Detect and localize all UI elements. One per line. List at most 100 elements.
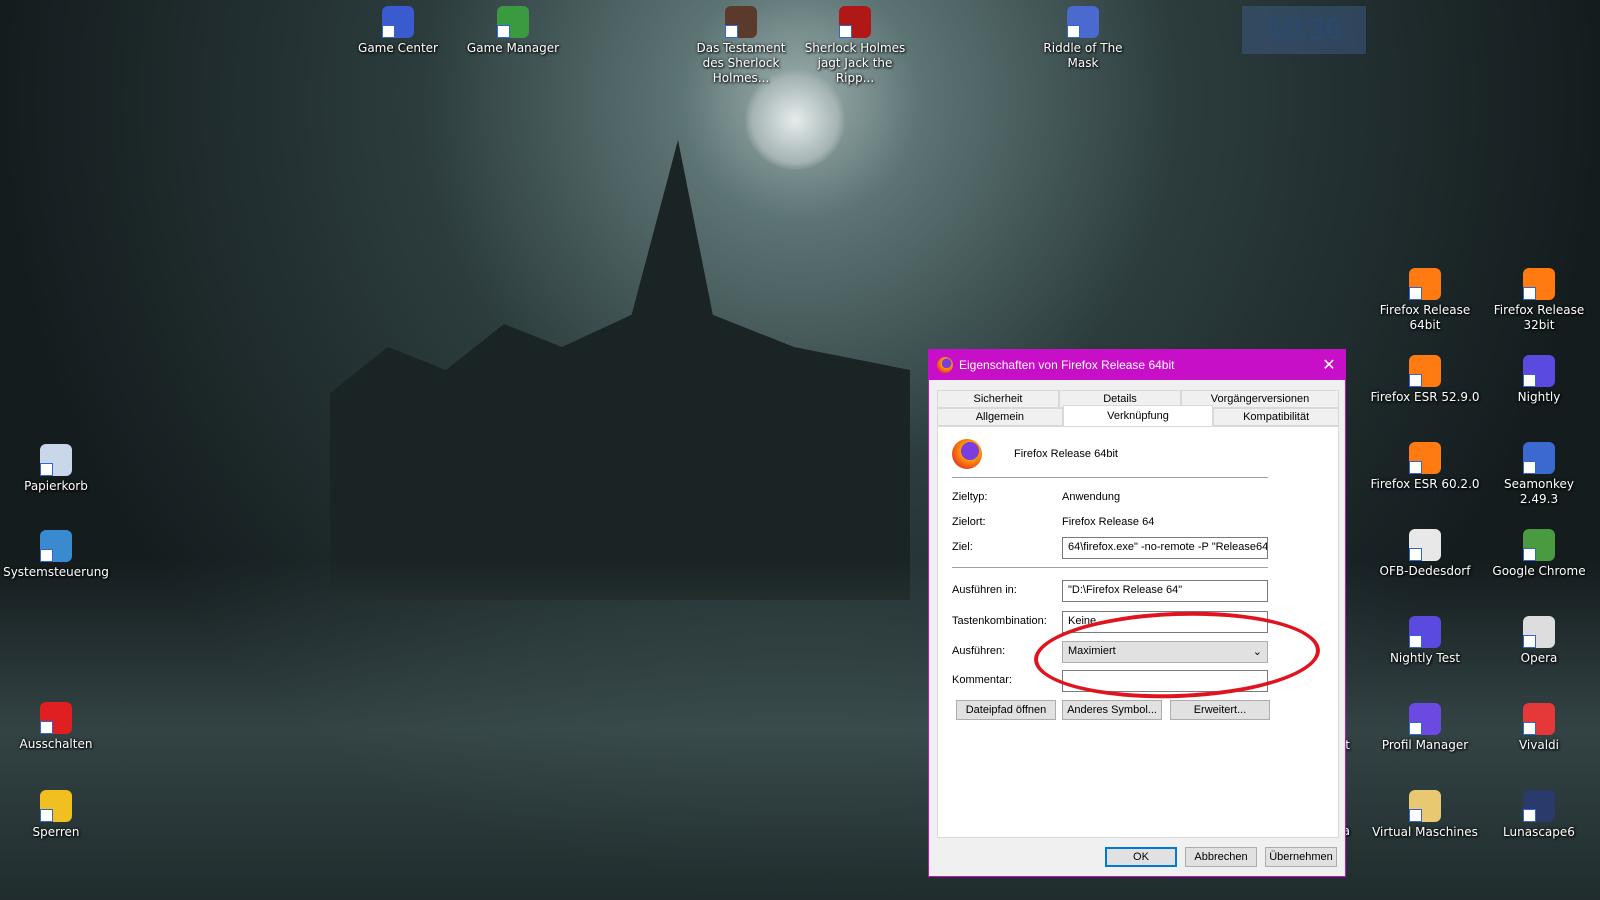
-right-8app-icon	[1409, 616, 1441, 648]
-top-2app-icon	[725, 6, 757, 38]
icon-label: Game Manager	[466, 41, 560, 55]
open-path-button[interactable]: Dateipfad öffnen	[956, 700, 1056, 720]
firefox-icon	[937, 357, 953, 373]
chevron-down-icon: ⌄	[1252, 646, 1262, 658]
icon-label: Firefox ESR 52.9.0	[1370, 390, 1480, 404]
-right-11app-icon	[1523, 703, 1555, 735]
dialog-title: Eigenschaften von Firefox Release 64bit	[959, 358, 1175, 372]
-right-1app-icon	[1523, 268, 1555, 300]
-top-1app-icon	[497, 6, 529, 38]
title-bar[interactable]: Eigenschaften von Firefox Release 64bit …	[929, 350, 1345, 380]
desktop-icon-right-0[interactable]: Firefox Release 64bit	[1370, 268, 1480, 333]
-top-3app-icon	[839, 6, 871, 38]
desktop-icon-top-4[interactable]: Riddle of The Mask	[1028, 6, 1138, 71]
ok-button[interactable]: OK	[1105, 847, 1177, 867]
change-icon-button[interactable]: Anderes Symbol...	[1062, 700, 1162, 720]
run-value: Maximiert	[1068, 645, 1116, 657]
icon-label: Opera	[1520, 651, 1558, 665]
icon-label: Firefox Release 32bit	[1493, 303, 1585, 332]
tab-kompatibilitaet[interactable]: Kompatibilität	[1213, 408, 1339, 426]
tab-sicherheit[interactable]: Sicherheit	[937, 390, 1059, 408]
-right-2app-icon	[1409, 355, 1441, 387]
cancel-button[interactable]: Abbrechen	[1185, 847, 1257, 867]
-left-3app-icon	[40, 790, 72, 822]
desktop-icon-top-1[interactable]: Game Manager	[458, 6, 568, 56]
ziel-input[interactable]: 64\firefox.exe" -no-remote -P "Release64…	[1062, 537, 1268, 559]
icon-label: Profil Manager	[1381, 738, 1469, 752]
run-select[interactable]: Maximiert ⌄	[1062, 641, 1268, 663]
advanced-button[interactable]: Erweitert...	[1170, 700, 1270, 720]
icon-label: Vivaldi	[1518, 738, 1560, 752]
-right-3app-icon	[1523, 355, 1555, 387]
icon-label: Das Testament des Sherlock Holmes...	[696, 41, 786, 85]
desktop-icon-left-0[interactable]: Papierkorb	[1, 444, 111, 494]
desktop-icon-right-12[interactable]: Virtual Maschines	[1370, 790, 1480, 840]
desktop-icon-right-3[interactable]: Nightly	[1484, 355, 1594, 405]
icon-label: Nightly Test	[1389, 651, 1461, 665]
desktop-icon-right-8[interactable]: Nightly Test	[1370, 616, 1480, 666]
desktop-icon-right-11[interactable]: Vivaldi	[1484, 703, 1594, 753]
desktop-icon-right-6[interactable]: OFB-Dedesdorf	[1370, 529, 1480, 579]
icon-label: Ausschalten	[19, 737, 93, 751]
start-in-input[interactable]: "D:\Firefox Release 64"	[1062, 580, 1268, 602]
clock-widget: 10:36	[1242, 6, 1366, 54]
firefox-app-icon	[952, 439, 982, 469]
-left-2app-icon	[40, 702, 72, 734]
ziel-label: Ziel:	[952, 541, 973, 553]
-right-6app-icon	[1409, 529, 1441, 561]
desktop-icon-right-4[interactable]: Firefox ESR 60.2.0	[1370, 442, 1480, 492]
comment-input[interactable]	[1062, 670, 1268, 692]
icon-label: Nightly	[1517, 390, 1561, 404]
icon-label: Papierkorb	[24, 479, 88, 493]
-right-5app-icon	[1523, 442, 1555, 474]
desktop-icon-left-3[interactable]: Sperren	[1, 790, 111, 840]
apply-button[interactable]: Übernehmen	[1265, 847, 1337, 867]
zielort-value: Firefox Release 64	[1062, 516, 1155, 528]
icon-label: Game Center	[358, 41, 438, 55]
hotkey-input[interactable]: Keine	[1062, 611, 1268, 633]
icon-label: Firefox Release 64bit	[1379, 303, 1471, 332]
desktop-icon-top-0[interactable]: Game Center	[343, 6, 453, 56]
comment-label: Kommentar:	[952, 674, 1012, 686]
shortcut-name: Firefox Release 64bit	[1014, 448, 1118, 460]
desktop-icon-right-5[interactable]: Seamonkey 2.49.3	[1484, 442, 1594, 507]
desktop-icon-right-1[interactable]: Firefox Release 32bit	[1484, 268, 1594, 333]
desktop-icon-top-2[interactable]: Das Testament des Sherlock Holmes...	[686, 6, 796, 86]
desktop-icon-left-1[interactable]: Systemsteuerung	[1, 530, 111, 580]
close-icon[interactable]: ✕	[1313, 355, 1345, 375]
run-label: Ausführen:	[952, 645, 1006, 657]
zielort-label: Zielort:	[952, 516, 986, 528]
tab-allgemein[interactable]: Allgemein	[937, 408, 1063, 426]
-right-7app-icon	[1523, 529, 1555, 561]
icon-label: Riddle of The Mask	[1043, 41, 1123, 70]
-left-1app-icon	[40, 530, 72, 562]
-left-0app-icon	[40, 444, 72, 476]
-right-10app-icon	[1409, 703, 1441, 735]
-top-4app-icon	[1067, 6, 1099, 38]
desktop-icon-right-2[interactable]: Firefox ESR 52.9.0	[1370, 355, 1480, 405]
castle-wallpaper	[330, 140, 910, 600]
icon-label: Sherlock Holmes jagt Jack the Ripp...	[804, 41, 906, 85]
zieltyp-value: Anwendung	[1062, 491, 1121, 503]
icon-label: Lunascape6	[1503, 825, 1575, 839]
icon-label: Google Chrome	[1492, 564, 1586, 578]
hotkey-label: Tastenkombination:	[952, 615, 1047, 627]
desktop-icon-right-13[interactable]: Lunascape6	[1484, 790, 1594, 840]
-right-13app-icon	[1523, 790, 1555, 822]
icon-label: OFB-Dedesdorf	[1379, 564, 1471, 578]
desktop-icon-top-3[interactable]: Sherlock Holmes jagt Jack the Ripp...	[800, 6, 910, 86]
properties-dialog: Eigenschaften von Firefox Release 64bit …	[928, 349, 1346, 877]
desktop-icon-right-10[interactable]: Profil Manager	[1370, 703, 1480, 753]
desktop-icon-right-9[interactable]: Opera	[1484, 616, 1594, 666]
-top-0app-icon	[382, 6, 414, 38]
icon-label: Seamonkey 2.49.3	[1504, 477, 1574, 506]
desktop-icon-right-7[interactable]: Google Chrome	[1484, 529, 1594, 579]
shortcut-panel: Firefox Release 64bit Zieltyp: Anwendung …	[937, 426, 1339, 838]
tab-verknuepfung[interactable]: Verknüpfung	[1062, 405, 1214, 426]
icon-label: Virtual Maschines	[1372, 825, 1478, 839]
desktop-icon-left-2[interactable]: Ausschalten	[1, 702, 111, 752]
zieltyp-label: Zieltyp:	[952, 491, 988, 503]
-right-12app-icon	[1409, 790, 1441, 822]
wallpaper-fog	[0, 560, 1600, 900]
-right-4app-icon	[1409, 442, 1441, 474]
